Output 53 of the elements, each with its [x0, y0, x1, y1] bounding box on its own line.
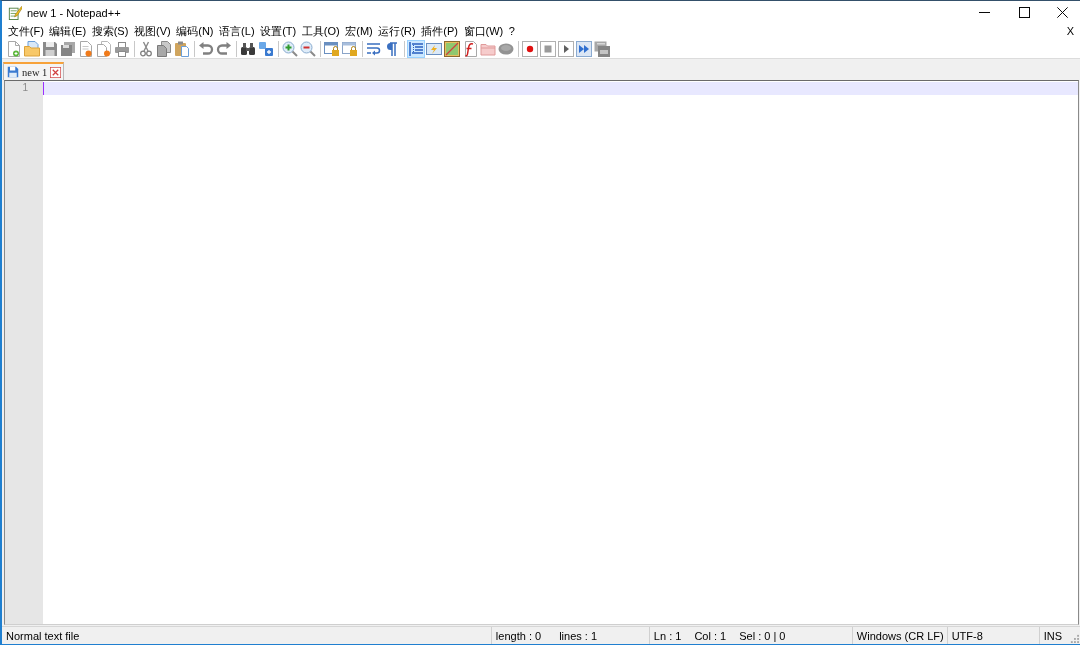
line-number: 1: [21, 82, 29, 95]
squares-icon[interactable]: [257, 39, 275, 58]
status-text: Col : 1: [694, 629, 727, 642]
menu-item[interactable]: 编辑(E): [46, 24, 89, 39]
resize-grip-icon[interactable]: [1069, 633, 1079, 643]
menu-item[interactable]: 窗口(W): [460, 24, 507, 39]
document-tab[interactable]: new 1: [3, 62, 65, 80]
menu-item[interactable]: 工具(O): [299, 24, 343, 39]
window-title: new 1 - Notepad++: [27, 6, 121, 19]
printer-icon[interactable]: [113, 39, 131, 58]
zoom-in-icon[interactable]: [281, 39, 299, 58]
close-document-item[interactable]: X: [1064, 24, 1077, 39]
undo-icon[interactable]: [197, 39, 215, 58]
menu-item[interactable]: 插件(P): [418, 24, 461, 39]
pages-close-icon[interactable]: [95, 39, 113, 58]
status-text: length : 0: [495, 629, 542, 642]
status-text: Sel : 0 | 0: [739, 629, 786, 642]
status-text: lines : 1: [559, 629, 598, 642]
folder-icon[interactable]: [23, 39, 41, 58]
notepad-icon: [8, 5, 22, 20]
status-text: UTF-8: [951, 629, 983, 642]
status-text: Windows (CR LF): [856, 629, 944, 642]
map-icon[interactable]: [443, 39, 461, 58]
menu-item[interactable]: 搜索(S): [88, 24, 132, 39]
clipboard-icon[interactable]: [173, 39, 191, 58]
maximize-icon[interactable]: [1018, 7, 1030, 18]
window-padlock-icon[interactable]: [323, 39, 341, 58]
indent-icon[interactable]: [407, 39, 425, 58]
text-caret: [43, 82, 44, 95]
scissors-icon[interactable]: [137, 39, 155, 58]
menu-item[interactable]: 设置(T): [257, 24, 299, 39]
zoom-out-icon[interactable]: [299, 39, 317, 58]
status-text: Ln : 1: [653, 629, 682, 642]
fast-forward-icon[interactable]: [575, 39, 593, 58]
copy-icon[interactable]: [155, 39, 173, 58]
play-icon[interactable]: [557, 39, 575, 58]
menu-item[interactable]: ?: [506, 24, 518, 39]
menu-item[interactable]: 视图(V): [131, 24, 174, 39]
menu-item[interactable]: 宏(M): [342, 24, 376, 39]
status-text: Normal text file: [6, 629, 80, 642]
close-icon[interactable]: [1056, 7, 1068, 18]
stacked-windows-icon[interactable]: [593, 39, 611, 58]
new-file-icon[interactable]: [5, 39, 23, 58]
menu-item[interactable]: 运行(R): [375, 24, 419, 39]
stop-icon[interactable]: [539, 39, 557, 58]
floppy-disks-icon[interactable]: [59, 39, 77, 58]
window-padlock-icon[interactable]: [341, 39, 359, 58]
menu-item[interactable]: 语言(L): [216, 24, 258, 39]
record-icon[interactable]: [521, 39, 539, 58]
status-text: INS: [1043, 629, 1062, 642]
menu-item[interactable]: 文件(F): [5, 24, 47, 39]
menu-item[interactable]: 编码(N): [173, 24, 217, 39]
page-close-icon[interactable]: [77, 39, 95, 58]
